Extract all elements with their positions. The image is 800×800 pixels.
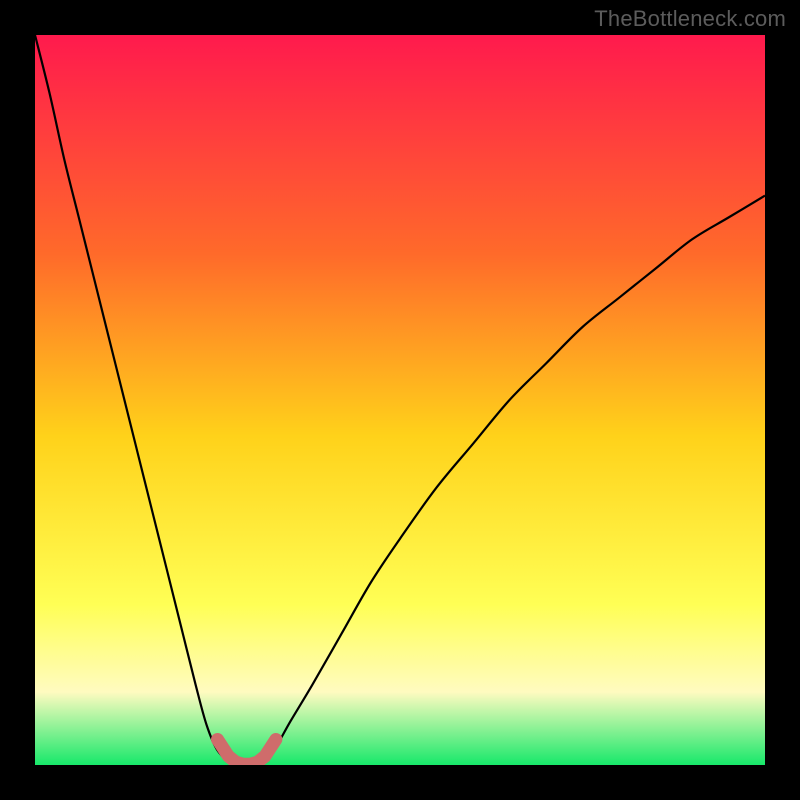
plot-area: [35, 35, 765, 765]
chart-frame: TheBottleneck.com: [0, 0, 800, 800]
gradient-background: [35, 35, 765, 765]
plot-svg: [35, 35, 765, 765]
watermark-text: TheBottleneck.com: [594, 6, 786, 32]
